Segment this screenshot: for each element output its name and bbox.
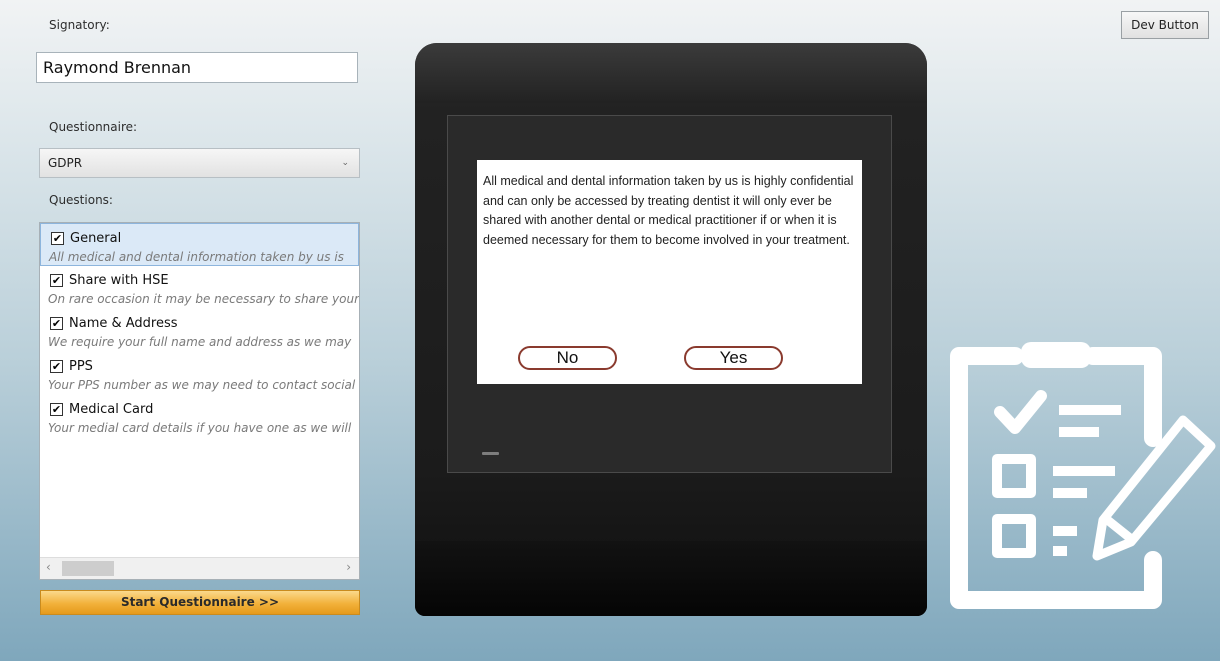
question-title: Medical Card (69, 402, 154, 417)
checkbox-checked-icon[interactable]: ✔ (50, 403, 63, 416)
no-button[interactable]: No (518, 346, 617, 370)
scrollbar-thumb[interactable] (62, 561, 114, 576)
scroll-right-icon[interactable]: › (346, 560, 351, 574)
pad-bottom-band (415, 541, 927, 616)
question-title: General (70, 231, 122, 246)
horizontal-scrollbar[interactable]: ‹ › (40, 557, 359, 579)
signatory-input[interactable] (36, 52, 358, 83)
question-description: All medical and dental information taken… (49, 250, 344, 264)
start-questionnaire-button[interactable]: Start Questionnaire >> (40, 590, 360, 615)
yes-button[interactable]: Yes (684, 346, 783, 370)
signatory-label: Signatory: (49, 18, 110, 32)
question-description: Your PPS number as we may need to contac… (48, 378, 356, 392)
signature-pad-device: All medical and dental information taken… (415, 43, 927, 616)
pad-consent-text: All medical and dental information taken… (483, 174, 854, 247)
scroll-left-icon[interactable]: ‹ (46, 560, 51, 574)
checkbox-checked-icon[interactable]: ✔ (50, 317, 63, 330)
question-item-pps[interactable]: ✔ PPS Your PPS number as we may need to … (40, 352, 359, 395)
pad-screen: All medical and dental information taken… (477, 160, 862, 384)
pad-top-band (415, 43, 927, 103)
question-item-general[interactable]: ✔ General All medical and dental informa… (40, 223, 359, 266)
questionnaire-select[interactable]: GDPR ⌄ (39, 148, 360, 178)
questionnaire-select-value: GDPR (48, 156, 83, 170)
questions-label: Questions: (49, 193, 113, 207)
question-title: Name & Address (69, 316, 178, 331)
questionnaire-label: Questionnaire: (49, 120, 138, 134)
checkbox-checked-icon[interactable]: ✔ (51, 232, 64, 245)
question-item-medical-card[interactable]: ✔ Medical Card Your medial card details … (40, 395, 359, 438)
clipboard-checklist-icon (950, 342, 1216, 609)
question-title: Share with HSE (69, 273, 169, 288)
checkbox-checked-icon[interactable]: ✔ (50, 274, 63, 287)
question-description: We require your full name and address as… (48, 335, 352, 349)
questions-list[interactable]: ✔ General All medical and dental informa… (39, 222, 360, 580)
question-description: Your medial card details if you have one… (48, 421, 352, 435)
question-title: PPS (69, 359, 93, 374)
checkbox-checked-icon[interactable]: ✔ (50, 360, 63, 373)
question-item-share-with-hse[interactable]: ✔ Share with HSE On rare occasion it may… (40, 266, 359, 309)
dev-button[interactable]: Dev Button (1121, 11, 1209, 39)
chevron-down-icon: ⌄ (341, 158, 349, 168)
pad-led-indicator (482, 452, 499, 455)
question-item-name-address[interactable]: ✔ Name & Address We require your full na… (40, 309, 359, 352)
question-description: On rare occasion it may be necessary to … (48, 292, 359, 306)
